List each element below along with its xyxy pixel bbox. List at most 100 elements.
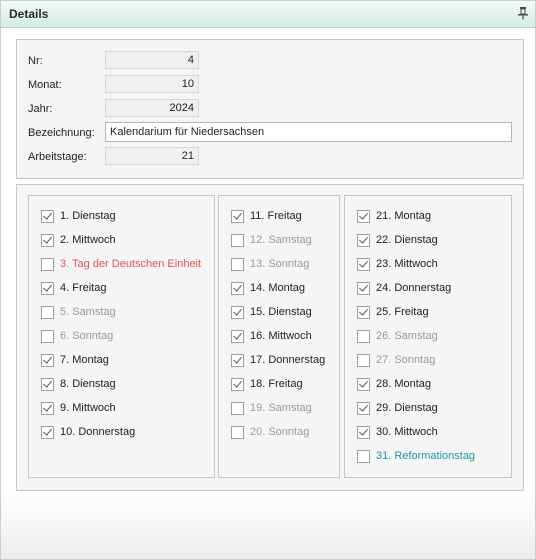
checkbox-checked[interactable] bbox=[231, 353, 244, 367]
checkbox-checked[interactable] bbox=[357, 305, 370, 319]
checkbox-checked[interactable] bbox=[41, 233, 54, 247]
bezeichnung-input[interactable]: Kalendarium für Niedersachsen bbox=[105, 122, 512, 142]
checkbox-checked[interactable] bbox=[357, 377, 370, 391]
checkbox-checked[interactable] bbox=[231, 305, 244, 319]
details-fields-group: Nr: 4 Monat: 10 Jahr: 2024 Bezeichnung: … bbox=[16, 39, 524, 179]
monat-field[interactable]: 10 bbox=[105, 75, 199, 93]
day-label: 29. Dienstag bbox=[376, 402, 438, 414]
checkbox-unchecked[interactable] bbox=[41, 257, 54, 271]
day-item[interactable]: 3. Tag der Deutschen Einheit bbox=[41, 256, 201, 272]
day-label: 19. Samstag bbox=[250, 402, 312, 414]
checkbox-checked[interactable] bbox=[41, 401, 54, 415]
day-item[interactable]: 22. Dienstag bbox=[357, 232, 438, 248]
day-item[interactable]: 30. Mittwoch bbox=[357, 424, 438, 440]
day-label: 13. Sonntag bbox=[250, 258, 310, 270]
day-item[interactable]: 31. Reformationstag bbox=[357, 448, 475, 464]
checkbox-checked[interactable] bbox=[231, 209, 244, 223]
checkbox-checked[interactable] bbox=[357, 233, 370, 247]
day-item[interactable]: 21. Montag bbox=[357, 208, 431, 224]
checkbox-checked[interactable] bbox=[41, 353, 54, 367]
day-item[interactable]: 11. Freitag bbox=[231, 208, 302, 224]
day-label: 31. Reformationstag bbox=[376, 450, 476, 462]
day-label: 24. Donnerstag bbox=[376, 282, 452, 294]
day-item[interactable]: 27. Sonntag bbox=[357, 352, 435, 368]
checkbox-unchecked[interactable] bbox=[231, 257, 244, 271]
day-item[interactable]: 16. Mittwoch bbox=[231, 328, 312, 344]
day-item[interactable]: 29. Dienstag bbox=[357, 400, 438, 416]
days-column-1: 1. Dienstag 2. Mittwoch 3. Tag der Deutsch… bbox=[28, 195, 215, 478]
nr-field[interactable]: 4 bbox=[105, 51, 199, 69]
day-item[interactable]: 20. Sonntag bbox=[231, 424, 309, 440]
checkbox-unchecked[interactable] bbox=[231, 401, 244, 415]
day-item[interactable]: 15. Dienstag bbox=[231, 304, 312, 320]
monat-label: Monat: bbox=[28, 79, 62, 91]
checkbox-checked[interactable] bbox=[231, 329, 244, 343]
day-item[interactable]: 10. Donnerstag bbox=[41, 424, 135, 440]
day-item[interactable]: 24. Donnerstag bbox=[357, 280, 451, 296]
checkbox-unchecked[interactable] bbox=[41, 329, 54, 343]
day-item[interactable]: 8. Dienstag bbox=[41, 376, 116, 392]
day-label: 3. Tag der Deutschen Einheit bbox=[60, 258, 202, 270]
day-label: 1. Dienstag bbox=[60, 210, 116, 222]
day-item[interactable]: 4. Freitag bbox=[41, 280, 106, 296]
checkbox-unchecked[interactable] bbox=[231, 425, 244, 439]
details-panel: Details Nr: 4 Monat: 10 Jahr: 2024 Bezei… bbox=[0, 0, 536, 560]
arbeitstage-label: Arbeitstage: bbox=[28, 151, 87, 163]
day-label: 4. Freitag bbox=[60, 282, 107, 294]
day-label: 9. Mittwoch bbox=[60, 402, 116, 414]
panel-header: Details bbox=[1, 1, 535, 28]
bezeichnung-label: Bezeichnung: bbox=[28, 127, 95, 139]
checkbox-unchecked[interactable] bbox=[41, 305, 54, 319]
checkbox-checked[interactable] bbox=[231, 281, 244, 295]
checkbox-checked[interactable] bbox=[357, 401, 370, 415]
checkbox-unchecked[interactable] bbox=[357, 449, 370, 463]
pin-icon[interactable] bbox=[517, 6, 529, 20]
checkbox-checked[interactable] bbox=[357, 209, 370, 223]
day-item[interactable]: 14. Montag bbox=[231, 280, 305, 296]
days-column-2: 11. Freitag 12. Samstag 13. Sonntag 14. Mon… bbox=[218, 195, 340, 478]
day-item[interactable]: 2. Mittwoch bbox=[41, 232, 116, 248]
day-item[interactable]: 25. Freitag bbox=[357, 304, 429, 320]
checkbox-checked[interactable] bbox=[231, 377, 244, 391]
day-label: 26. Samstag bbox=[376, 330, 438, 342]
day-item[interactable]: 13. Sonntag bbox=[231, 256, 309, 272]
day-label: 28. Montag bbox=[376, 378, 432, 390]
day-item[interactable]: 26. Samstag bbox=[357, 328, 438, 344]
day-label: 14. Montag bbox=[250, 282, 306, 294]
day-item[interactable]: 28. Montag bbox=[357, 376, 431, 392]
day-item[interactable]: 17. Donnerstag bbox=[231, 352, 325, 368]
day-label: 22. Dienstag bbox=[376, 234, 438, 246]
checkbox-checked[interactable] bbox=[41, 209, 54, 223]
checkbox-checked[interactable] bbox=[357, 425, 370, 439]
panel-title: Details bbox=[9, 7, 49, 21]
day-label: 5. Samstag bbox=[60, 306, 116, 318]
day-label: 2. Mittwoch bbox=[60, 234, 116, 246]
checkbox-checked[interactable] bbox=[41, 425, 54, 439]
day-item[interactable]: 23. Mittwoch bbox=[357, 256, 438, 272]
day-label: 10. Donnerstag bbox=[60, 426, 136, 438]
checkbox-checked[interactable] bbox=[41, 281, 54, 295]
day-label: 15. Dienstag bbox=[250, 306, 312, 318]
day-label: 8. Dienstag bbox=[60, 378, 116, 390]
checkbox-unchecked[interactable] bbox=[357, 329, 370, 343]
checkbox-checked[interactable] bbox=[41, 377, 54, 391]
day-label: 16. Mittwoch bbox=[250, 330, 312, 342]
day-item[interactable]: 5. Samstag bbox=[41, 304, 116, 320]
checkbox-checked[interactable] bbox=[357, 257, 370, 271]
day-item[interactable]: 6. Sonntag bbox=[41, 328, 113, 344]
day-item[interactable]: 9. Mittwoch bbox=[41, 400, 116, 416]
arbeitstage-field[interactable]: 21 bbox=[105, 147, 199, 165]
day-label: 27. Sonntag bbox=[376, 354, 436, 366]
checkbox-checked[interactable] bbox=[357, 281, 370, 295]
days-column-3: 21. Montag 22. Dienstag 23. Mittwoch 24. Do… bbox=[344, 195, 512, 478]
checkbox-unchecked[interactable] bbox=[357, 353, 370, 367]
day-item[interactable]: 7. Montag bbox=[41, 352, 109, 368]
day-item[interactable]: 1. Dienstag bbox=[41, 208, 116, 224]
day-item[interactable]: 12. Samstag bbox=[231, 232, 312, 248]
day-label: 30. Mittwoch bbox=[376, 426, 438, 438]
nr-label: Nr: bbox=[28, 55, 43, 67]
day-item[interactable]: 18. Freitag bbox=[231, 376, 303, 392]
day-item[interactable]: 19. Samstag bbox=[231, 400, 312, 416]
jahr-field[interactable]: 2024 bbox=[105, 99, 199, 117]
checkbox-unchecked[interactable] bbox=[231, 233, 244, 247]
